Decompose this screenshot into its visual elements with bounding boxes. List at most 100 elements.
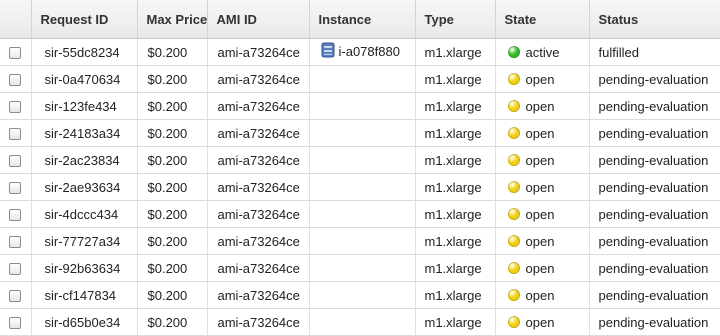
column-header-request-id[interactable]: Request ID — [31, 0, 138, 39]
status-cell: pending-evaluation — [589, 173, 720, 201]
state-cell: open — [495, 281, 590, 309]
column-header-type[interactable]: Type — [415, 0, 496, 39]
ami-id-cell: ami-a73264ce — [207, 38, 310, 66]
instance-cell — [309, 92, 416, 120]
state-label: open — [525, 287, 555, 303]
state-cell: open — [495, 308, 590, 336]
table-row[interactable]: sir-d65b0e34 $0.200 ami-a73264ce m1.xlarge o… — [0, 308, 720, 336]
status-cell: pending-evaluation — [589, 146, 720, 174]
instance-cell — [309, 65, 416, 93]
state-label: open — [525, 233, 555, 249]
column-header-max-price[interactable]: Max Price — [137, 0, 208, 39]
yellow-status-dot-icon — [507, 100, 520, 113]
type-cell: m1.xlarge — [415, 65, 496, 93]
type-cell: m1.xlarge — [415, 119, 496, 147]
instance-link[interactable]: i-a078f880 — [339, 43, 400, 58]
row-select-checkbox[interactable] — [9, 236, 22, 249]
row-select-checkbox[interactable] — [9, 317, 22, 330]
max-price-cell: $0.200 — [137, 173, 208, 201]
row-select-checkbox[interactable] — [9, 290, 22, 303]
ami-id-cell: ami-a73264ce — [207, 173, 310, 201]
yellow-status-dot-icon — [507, 235, 520, 248]
yellow-status-dot-icon — [507, 127, 520, 140]
status-cell: pending-evaluation — [589, 92, 720, 120]
type-cell: m1.xlarge — [415, 254, 496, 282]
table-row[interactable]: sir-92b63634 $0.200 ami-a73264ce m1.xlarge o… — [0, 254, 720, 282]
type-cell: m1.xlarge — [415, 308, 496, 336]
table-row[interactable]: sir-2ac23834 $0.200 ami-a73264ce m1.xlarge o… — [0, 146, 720, 174]
table-row[interactable]: sir-55dc8234 $0.200 ami-a73264ce i-a078f880… — [0, 38, 720, 66]
max-price-cell: $0.200 — [137, 119, 208, 147]
state-cell: active — [495, 38, 590, 66]
status-cell: pending-evaluation — [589, 308, 720, 336]
column-header-status[interactable]: Status — [589, 0, 720, 39]
max-price-cell: $0.200 — [137, 254, 208, 282]
yellow-status-dot-icon — [507, 262, 520, 275]
request-id-cell: sir-123fe434 — [31, 92, 138, 120]
row-select-checkbox[interactable] — [9, 47, 22, 60]
type-cell: m1.xlarge — [415, 173, 496, 201]
ami-id-cell: ami-a73264ce — [207, 281, 310, 309]
state-label: open — [525, 98, 555, 114]
request-id-cell: sir-92b63634 — [31, 254, 138, 282]
row-select-cell — [0, 38, 32, 66]
max-price-cell: $0.200 — [137, 227, 208, 255]
row-select-cell — [0, 65, 32, 93]
instance-cell — [309, 254, 416, 282]
column-header-select — [0, 0, 32, 39]
yellow-status-dot-icon — [507, 154, 520, 167]
table-row[interactable]: sir-4dccc434 $0.200 ami-a73264ce m1.xlarge o… — [0, 200, 720, 228]
row-select-checkbox[interactable] — [9, 155, 22, 168]
max-price-cell: $0.200 — [137, 281, 208, 309]
table-row[interactable]: sir-cf147834 $0.200 ami-a73264ce m1.xlarge o… — [0, 281, 720, 309]
spot-requests-table: Request ID Max Price AMI ID Instance Typ… — [0, 0, 720, 336]
table-header-row: Request ID Max Price AMI ID Instance Typ… — [0, 0, 720, 39]
row-select-checkbox[interactable] — [9, 74, 22, 87]
max-price-cell: $0.200 — [137, 200, 208, 228]
yellow-status-dot-icon — [507, 316, 520, 329]
ami-id-cell: ami-a73264ce — [207, 254, 310, 282]
max-price-cell: $0.200 — [137, 308, 208, 336]
status-cell: pending-evaluation — [589, 227, 720, 255]
row-select-checkbox[interactable] — [9, 101, 22, 114]
ami-id-cell: ami-a73264ce — [207, 146, 310, 174]
state-cell: open — [495, 65, 590, 93]
column-header-state[interactable]: State — [495, 0, 590, 39]
table-row[interactable]: sir-2ae93634 $0.200 ami-a73264ce m1.xlarge o… — [0, 173, 720, 201]
request-id-cell: sir-0a470634 — [31, 65, 138, 93]
row-select-cell — [0, 173, 32, 201]
table-row[interactable]: sir-24183a34 $0.200 ami-a73264ce m1.xlarge o… — [0, 119, 720, 147]
row-select-cell — [0, 146, 32, 174]
table-row[interactable]: sir-0a470634 $0.200 ami-a73264ce m1.xlarge o… — [0, 65, 720, 93]
row-select-checkbox[interactable] — [9, 263, 22, 276]
request-id-cell: sir-2ae93634 — [31, 173, 138, 201]
row-select-checkbox[interactable] — [9, 128, 22, 141]
type-cell: m1.xlarge — [415, 227, 496, 255]
instance-cell — [309, 119, 416, 147]
request-id-cell: sir-4dccc434 — [31, 200, 138, 228]
status-cell: pending-evaluation — [589, 65, 720, 93]
type-cell: m1.xlarge — [415, 200, 496, 228]
type-cell: m1.xlarge — [415, 38, 496, 66]
type-cell: m1.xlarge — [415, 92, 496, 120]
request-id-cell: sir-77727a34 — [31, 227, 138, 255]
state-label: active — [525, 44, 560, 60]
row-select-checkbox[interactable] — [9, 182, 22, 195]
state-label: open — [525, 125, 555, 141]
state-label: open — [525, 314, 555, 330]
request-id-cell: sir-24183a34 — [31, 119, 138, 147]
column-header-ami-id[interactable]: AMI ID — [207, 0, 310, 39]
row-select-cell — [0, 119, 32, 147]
table-row[interactable]: sir-123fe434 $0.200 ami-a73264ce m1.xlarge o… — [0, 92, 720, 120]
status-cell: fulfilled — [589, 38, 720, 66]
table-row[interactable]: sir-77727a34 $0.200 ami-a73264ce m1.xlarge o… — [0, 227, 720, 255]
request-id-cell: sir-d65b0e34 — [31, 308, 138, 336]
request-id-cell: sir-55dc8234 — [31, 38, 138, 66]
column-header-instance[interactable]: Instance — [309, 0, 416, 39]
state-cell: open — [495, 173, 590, 201]
status-cell: pending-evaluation — [589, 119, 720, 147]
status-cell: pending-evaluation — [589, 200, 720, 228]
row-select-checkbox[interactable] — [9, 209, 22, 222]
state-cell: open — [495, 227, 590, 255]
yellow-status-dot-icon — [507, 289, 520, 302]
